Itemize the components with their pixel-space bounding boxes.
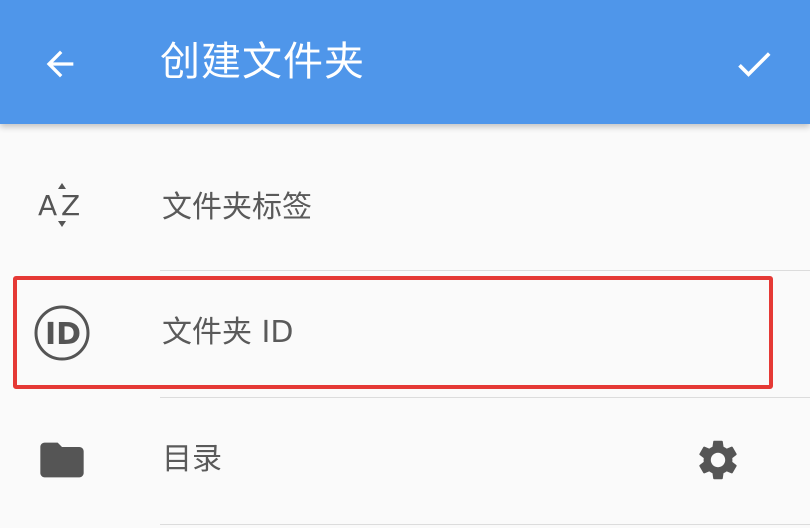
sort-az-icon: A Z (30, 172, 94, 236)
folder-icon (30, 428, 94, 492)
app-bar: 创建文件夹 (0, 0, 810, 124)
page-title: 创建文件夹 (160, 39, 365, 85)
arrow-left-icon (46, 50, 74, 78)
directory-text: 目录 (162, 442, 222, 477)
list-item-folder-label[interactable]: A Z 文件夹标签 (0, 144, 810, 271)
svg-text:A: A (38, 189, 57, 222)
list-item-directory[interactable]: 目录 (0, 398, 810, 525)
gear-icon (699, 440, 737, 480)
back-button[interactable] (36, 40, 84, 88)
svg-text:ID: ID (45, 317, 81, 352)
id-icon: ID (30, 301, 94, 365)
list-item-folder-id[interactable]: ID 文件夹 ID (0, 271, 810, 398)
divider (160, 524, 810, 525)
folder-id-text: 文件夹 ID (162, 315, 294, 350)
confirm-button[interactable] (728, 38, 780, 90)
svg-text:Z: Z (61, 189, 80, 222)
settings-list: A Z 文件夹标签 ID 文件夹 ID 目录 (0, 124, 810, 528)
check-icon (738, 52, 771, 77)
directory-settings-button[interactable] (692, 434, 744, 486)
folder-label-text: 文件夹标签 (162, 190, 312, 225)
